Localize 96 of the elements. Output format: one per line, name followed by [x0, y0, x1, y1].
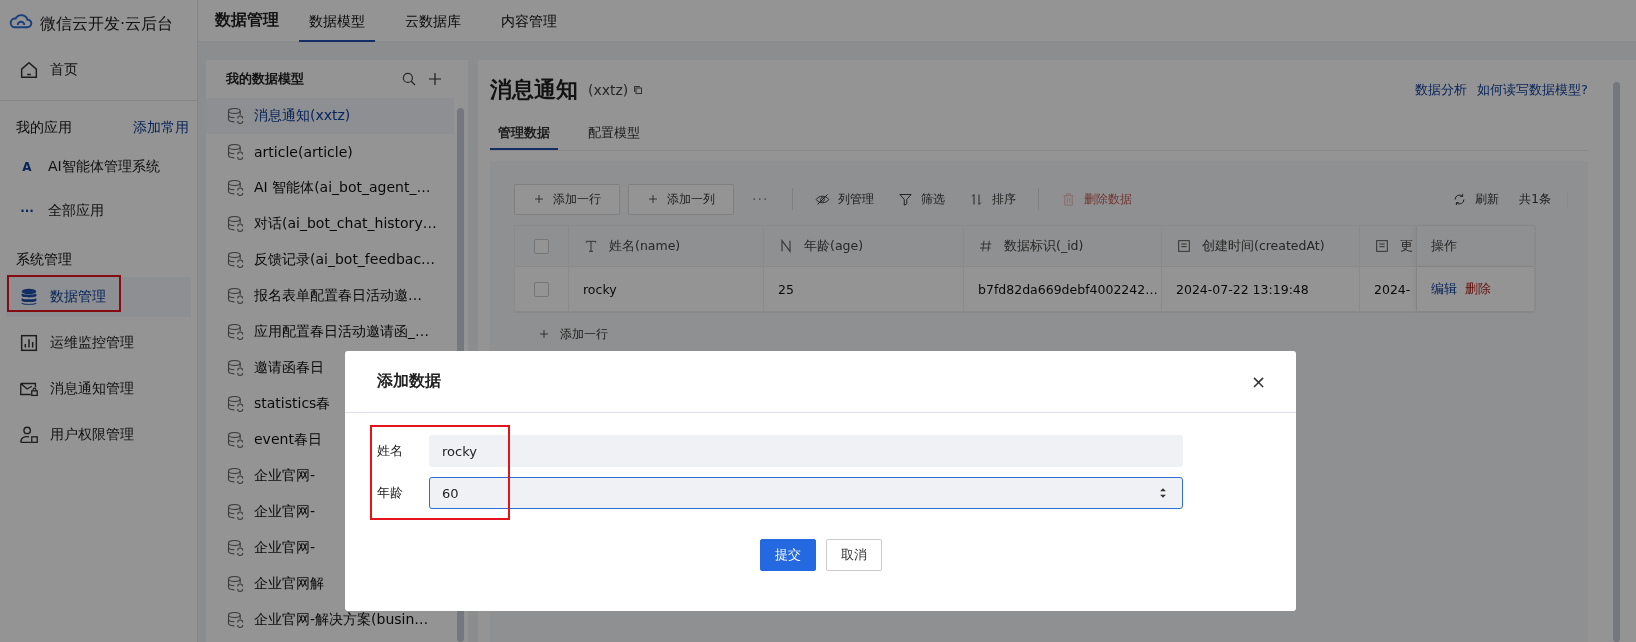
database-sync-icon	[226, 106, 246, 126]
toolbar-button[interactable]: 列管理	[807, 190, 883, 208]
tab[interactable]: 管理数据	[490, 118, 558, 150]
database-sync-icon	[226, 466, 246, 486]
nav-item[interactable]: 运维监控管理	[6, 323, 191, 363]
record-count: 共1条	[1515, 190, 1568, 208]
nav-tab[interactable]: 内容管理	[491, 0, 567, 42]
copy-icon	[632, 84, 645, 96]
column-header: 操作	[1417, 226, 1536, 266]
table-cell: b7fd82da669debf4002242…	[964, 267, 1162, 311]
submit-button[interactable]: 提交	[759, 539, 816, 571]
model-list-item[interactable]: 企业官网-解决方案(busin…	[206, 602, 454, 638]
home-icon	[18, 59, 40, 81]
model-list-item[interactable]: article(article)	[206, 134, 454, 170]
plus-icon	[426, 70, 444, 88]
eye-slash-icon	[815, 191, 831, 207]
text-type-icon	[583, 238, 599, 254]
model-list-item[interactable]: AI 智能体(ai_bot_agent_…	[206, 170, 454, 206]
column-header: 更	[1400, 237, 1413, 255]
toolbar-button[interactable]: 筛选	[890, 190, 954, 208]
tab[interactable]: 配置模型	[580, 118, 648, 150]
nav-item[interactable]: 用户权限管理	[6, 415, 191, 455]
search-icon	[400, 70, 418, 88]
field-label: 姓名	[377, 442, 401, 460]
nav-item[interactable]: 数据管理	[6, 277, 191, 317]
checkbox[interactable]	[534, 238, 549, 254]
page-title: 数据管理	[214, 10, 280, 31]
database-sync-icon	[226, 394, 246, 414]
column-header: 姓名(name)	[609, 237, 681, 255]
database-sync-icon	[226, 538, 246, 558]
delete-link[interactable]: 删除	[1465, 280, 1491, 298]
plus-icon	[647, 193, 659, 205]
refresh-icon	[1452, 191, 1468, 207]
app-item[interactable]: ··· 全部应用	[0, 191, 197, 231]
app-item[interactable]: A AI智能体管理系统	[0, 147, 197, 187]
model-list-item[interactable]: 报名表单配置春日活动邀…	[206, 278, 454, 314]
model-list-item[interactable]: 应用配置春日活动邀请函_…	[206, 314, 454, 350]
column-header: 年龄(age)	[804, 237, 864, 255]
table-cell: 2024-07-22 13:19:48	[1162, 267, 1360, 311]
dialog-title: 添加数据	[377, 371, 441, 392]
input-field[interactable]: 60	[429, 477, 1183, 509]
nav-item[interactable]: 消息通知管理	[6, 369, 191, 409]
model-list-item[interactable]: 对话(ai_bot_chat_history…	[206, 206, 454, 242]
refresh-button[interactable]: 刷新	[1444, 190, 1508, 208]
checkbox[interactable]	[534, 281, 549, 297]
database-sync-icon	[226, 502, 246, 522]
toolbar-button[interactable]: 添加一列	[628, 183, 734, 215]
add-favorite-link[interactable]: 添加常用	[133, 119, 189, 137]
hash-icon	[978, 238, 994, 254]
database-sync-icon	[226, 358, 246, 378]
database-sync-icon	[226, 250, 246, 270]
database-sync-icon	[226, 214, 246, 234]
database-sync-icon	[226, 178, 246, 198]
column-header: 数据标识(_id)	[1004, 237, 1084, 255]
plus-icon	[533, 193, 545, 205]
app-logo-text: 微信云开发·云后台	[40, 13, 174, 35]
model-title: 消息通知	[490, 76, 578, 104]
table-cell: rocky	[569, 267, 764, 311]
panel-title: 我的数据模型	[226, 70, 304, 88]
nav-item[interactable]: 首页	[6, 50, 191, 90]
bar-chart-icon	[18, 332, 40, 354]
user-lock-icon	[18, 424, 40, 446]
section-title: 系统管理	[15, 250, 73, 269]
database-sync-icon	[226, 574, 246, 594]
model-list-item[interactable]: 反馈记录(ai_bot_feedbac…	[206, 242, 454, 278]
model-list-item[interactable]: 企业官网-	[206, 530, 454, 566]
help-link[interactable]: 如何读写数据模型?	[1477, 81, 1588, 99]
trash-icon	[1061, 191, 1077, 207]
table-cell: 2024-	[1360, 267, 1417, 311]
database-sync-icon	[226, 142, 246, 162]
model-code: (xxtz)	[588, 82, 629, 98]
database-sync-icon	[226, 430, 246, 450]
help-link[interactable]: 数据分析	[1415, 81, 1468, 99]
document-icon	[1176, 238, 1192, 254]
toolbar-button[interactable]: 排序	[961, 190, 1025, 208]
table-cell: 25	[764, 267, 964, 311]
input-field[interactable]: rocky	[429, 435, 1183, 467]
cancel-button[interactable]: 取消	[825, 539, 882, 571]
plus-icon	[538, 328, 550, 340]
document-icon	[1374, 238, 1390, 254]
scrollbar[interactable]	[1613, 82, 1620, 642]
model-list-item[interactable]: 消息通知(xxtz)	[206, 98, 454, 134]
model-list-item[interactable]: 企业官网解	[206, 566, 454, 602]
section-title: 我的应用	[16, 119, 72, 137]
toolbar-button[interactable]: 添加一行	[514, 183, 620, 215]
add-row-button[interactable]: 添加一行	[514, 313, 632, 355]
number-type-icon	[778, 238, 794, 254]
field-label: 年龄	[377, 484, 401, 502]
database-sync-icon	[226, 286, 246, 306]
close-button[interactable]: ×	[1246, 371, 1270, 392]
database-sync-icon	[226, 322, 246, 342]
nav-tab[interactable]: 云数据库	[395, 0, 471, 42]
column-header: 创建时间(createdAt)	[1202, 237, 1325, 255]
edit-link[interactable]: 编辑	[1431, 280, 1457, 298]
database-sync-icon	[226, 610, 246, 630]
filter-icon	[898, 191, 914, 207]
